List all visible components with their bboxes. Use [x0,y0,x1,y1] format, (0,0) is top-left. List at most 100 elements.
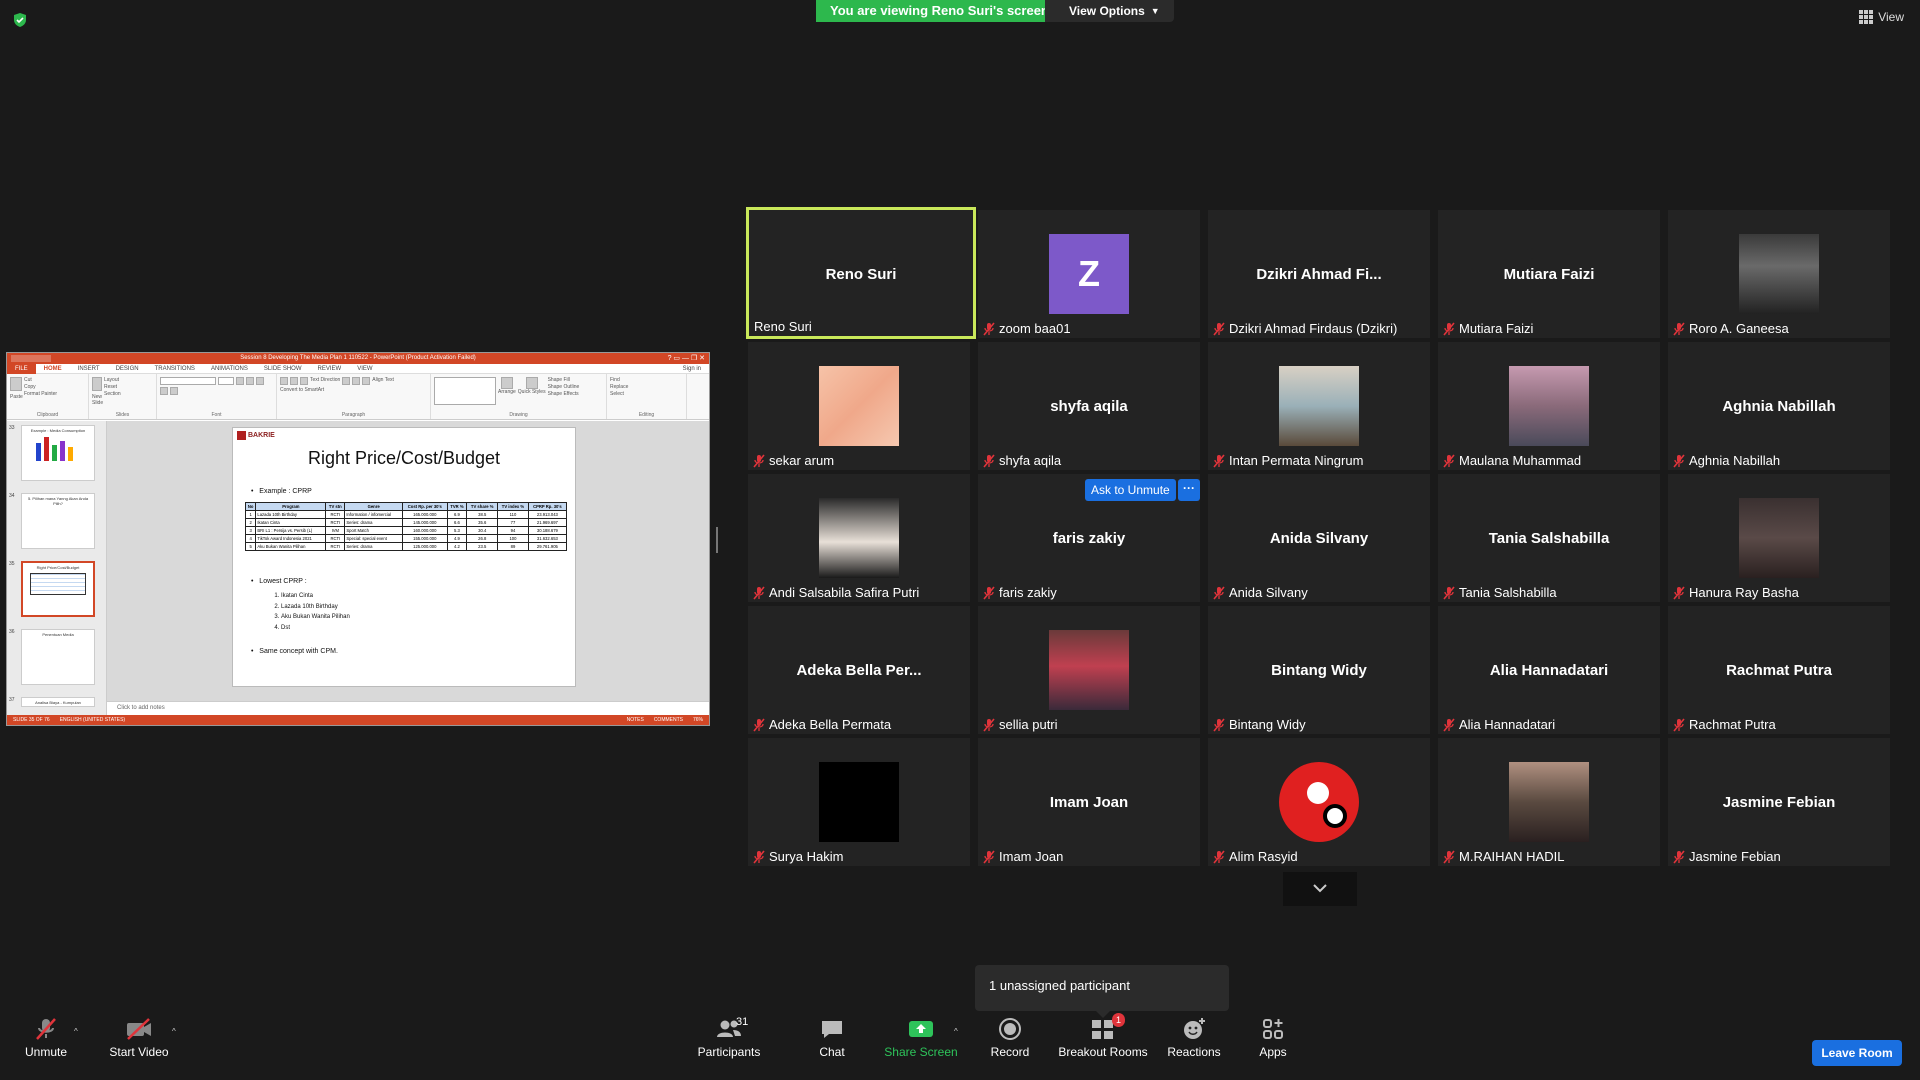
cprp-table[interactable]: No Program TV stn Genre Cost Rp. per 30's TVR… [244,502,568,551]
participant-tile[interactable]: Aghnia Nabillah Aghnia Nabillah [1668,342,1890,470]
breakout-rooms-button[interactable]: 1 Breakout Rooms [1058,1013,1148,1059]
share-options-caret-icon[interactable]: ^ [954,1027,958,1036]
slide-canvas[interactable]: BAKRIE Right Price/Cost/Budget • Example… [107,421,709,715]
view-options-button[interactable]: View Options ▼ [1045,0,1174,22]
font-name-box[interactable] [160,377,216,385]
slide-bullet[interactable]: • Same concept with CPM. [251,648,338,655]
participant-tile[interactable]: Zzoom baa01 [978,210,1200,338]
cut-button[interactable]: Cut [24,377,57,383]
participant-tile[interactable]: Roro A. Ganeesa [1668,210,1890,338]
align-center-icon[interactable] [352,377,361,385]
slide-bullet[interactable]: • Lowest CPRP : [251,578,307,585]
text-direction-button[interactable]: Text Direction [310,377,340,385]
chat-button[interactable]: Chat [814,1016,850,1059]
participant-tile[interactable]: Andi Salsabila Safira Putri [748,474,970,602]
replace-button[interactable]: Replace [610,384,628,390]
current-slide[interactable]: BAKRIE Right Price/Cost/Budget • Example… [232,427,576,687]
participant-tile[interactable]: Bintang Widy Bintang Widy [1208,606,1430,734]
format-painter-button[interactable]: Format Painter [24,391,57,397]
quick-access-toolbar[interactable] [11,355,51,362]
slide-thumbnails[interactable]: 33 Example : Media Consumption 34 5. Pil… [7,421,107,715]
tab-file[interactable]: FILE [7,363,36,374]
italic-icon[interactable] [246,377,254,385]
copy-button[interactable]: Copy [24,384,57,390]
participant-tile[interactable]: Maulana Muhammad [1438,342,1660,470]
participant-tile[interactable]: Reno Suri Reno Suri [746,207,976,339]
participant-tile[interactable]: Surya Hakim [748,738,970,866]
indent-icon[interactable] [300,377,308,385]
participant-tile[interactable]: Hanura Ray Basha [1668,474,1890,602]
align-text-button[interactable]: Align Text [372,377,394,385]
participant-tile[interactable]: Tania Salshabilla Tania Salshabilla [1438,474,1660,602]
zoom-level[interactable]: 76% [693,717,703,723]
view-button[interactable]: View [1859,10,1904,24]
split-divider-handle[interactable] [716,527,718,553]
layout-button[interactable]: Layout [104,377,121,383]
slide-title[interactable]: Right Price/Cost/Budget [233,448,575,469]
participants-button[interactable]: 31 Participants [694,1016,764,1059]
align-right-icon[interactable] [362,377,371,385]
slide-thumbnail[interactable]: 5. Pilihan mana Yanng Akan Anda Pilih? [21,493,95,549]
tab-home[interactable]: HOME [36,366,70,372]
slide-bullet[interactable]: • Example : CPRP [251,488,312,495]
slide-thumbnail[interactable]: Analisa Biaya - Kumpulan [21,697,95,707]
tab-insert[interactable]: INSERT [70,366,108,372]
shape-outline-button[interactable]: Shape Outline [548,384,580,390]
shapes-gallery[interactable] [434,377,496,405]
gallery-next-page-button[interactable] [1283,872,1357,906]
audio-options-caret-icon[interactable]: ^ [74,1027,78,1036]
start-video-button[interactable]: Start Video [106,1016,172,1059]
participant-tile[interactable]: shyfa aqila shyfa aqila [978,342,1200,470]
arrange-icon[interactable] [500,377,513,389]
tab-review[interactable]: REVIEW [310,366,350,372]
quick-styles-icon[interactable] [525,377,538,389]
new-slide-icon[interactable] [92,377,102,391]
lowest-cprp-list[interactable]: Ikatan Cinta Lazada 10th Birthday Aku Bu… [271,591,350,633]
notes-pane[interactable]: Click to add notes [107,701,709,715]
participant-tile[interactable]: Rachmat Putra Rachmat Putra [1668,606,1890,734]
participant-tile[interactable]: Jasmine Febian Jasmine Febian [1668,738,1890,866]
unmute-button[interactable]: Unmute [22,1016,70,1059]
video-options-caret-icon[interactable]: ^ [172,1027,176,1036]
bullets-icon[interactable] [280,377,288,385]
participant-tile[interactable]: Anida Silvany Anida Silvany [1208,474,1430,602]
align-left-icon[interactable] [342,377,351,385]
slide-thumbnail-selected[interactable]: Right Price/Cost/Budget [21,561,95,617]
notes-toggle[interactable]: NOTES [627,717,644,723]
language-indicator[interactable]: ENGLISH (UNITED STATES) [60,717,125,723]
participant-tile[interactable]: Dzikri Ahmad Fi... Dzikri Ahmad Firdaus (… [1208,210,1430,338]
apps-button[interactable]: Apps [1256,1016,1290,1059]
bold-icon[interactable] [236,377,244,385]
find-button[interactable]: Find [610,377,628,383]
participant-tile[interactable]: Alia Hannadatari Alia Hannadatari [1438,606,1660,734]
participant-tile[interactable]: Adeka Bella Per... Adeka Bella Permata [748,606,970,734]
strikethrough-icon[interactable] [160,387,168,395]
participant-tile[interactable]: sekar arum [748,342,970,470]
more-options-button[interactable]: ··· [1178,479,1200,501]
participant-tile[interactable]: Imam Joan Imam Joan [978,738,1200,866]
window-controls[interactable]: ? ▭ — ❐ ✕ [668,353,705,364]
tab-transitions[interactable]: TRANSITIONS [147,366,203,372]
tab-design[interactable]: DESIGN [108,366,147,372]
underline-icon[interactable] [256,377,264,385]
shared-screen[interactable]: Session 8 Developing The Media Plan 1 11… [6,352,710,726]
participant-tile[interactable]: sellia putri [978,606,1200,734]
participant-tile[interactable]: Mutiara Faizi Mutiara Faizi [1438,210,1660,338]
leave-room-button[interactable]: Leave Room [1812,1040,1902,1066]
shape-effects-button[interactable]: Shape Effects [548,391,580,397]
font-color-icon[interactable] [170,387,178,395]
participant-tile[interactable]: M.RAIHAN HADIL [1438,738,1660,866]
paste-icon[interactable] [10,377,22,391]
share-screen-button[interactable]: Share Screen [884,1016,958,1059]
participant-tile[interactable]: Alim Rasyid [1208,738,1430,866]
font-size-box[interactable] [218,377,234,385]
reactions-button[interactable]: Reactions [1166,1016,1222,1059]
tab-animations[interactable]: ANIMATIONS [203,366,256,372]
ask-to-unmute-button[interactable]: Ask to Unmute [1085,479,1176,501]
comments-toggle[interactable]: COMMENTS [654,717,683,723]
participant-tile[interactable]: Intan Permata Ningrum [1208,342,1430,470]
tab-slide-show[interactable]: SLIDE SHOW [256,366,310,372]
convert-smartart-button[interactable]: Convert to SmartArt [280,387,324,393]
numbering-icon[interactable] [290,377,298,385]
security-shield-icon[interactable] [12,12,28,28]
